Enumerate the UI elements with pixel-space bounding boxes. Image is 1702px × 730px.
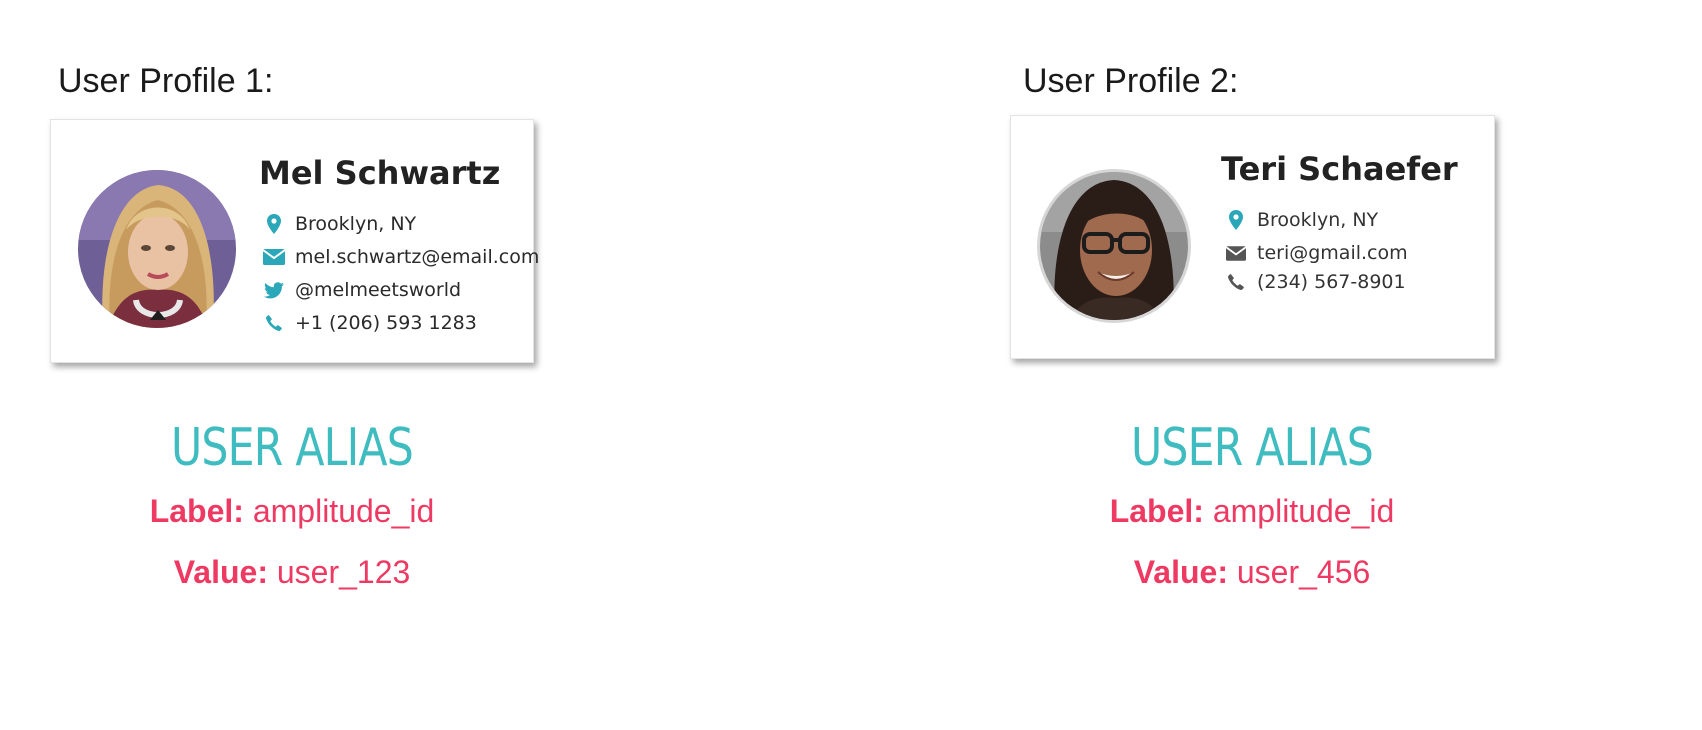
avatar (1037, 169, 1191, 323)
alias-label-key: Label: (149, 493, 244, 529)
info-twitter: @melmeetsworld (263, 279, 461, 301)
phone-icon (263, 312, 285, 334)
alias-label-value: amplitude_id (1212, 493, 1395, 529)
info-email: mel.schwartz@email.com (263, 246, 539, 268)
email-icon (1225, 242, 1247, 264)
twitter-icon (263, 279, 285, 301)
alias-label-line: Label: amplitude_id (92, 493, 492, 530)
location-pin-icon (1225, 209, 1247, 231)
alias-title: USER ALIAS (171, 418, 414, 478)
phone-icon (1225, 271, 1247, 293)
info-email: teri@gmail.com (1225, 242, 1408, 264)
phone-text[interactable]: (234) 567-8901 (1257, 271, 1406, 293)
location-text: Brooklyn, NY (1257, 209, 1379, 231)
profile-name: Mel Schwartz (259, 154, 501, 192)
alias-value-line: Value: user_456 (1052, 554, 1452, 591)
alias-title: USER ALIAS (1131, 418, 1374, 478)
profile-card: Mel Schwartz Brooklyn, NY mel.schwartz@e… (50, 119, 539, 363)
location-pin-icon (263, 213, 285, 235)
alias-value-value: user_456 (1236, 554, 1371, 590)
profile-name: Teri Schaefer (1221, 150, 1458, 188)
alias-value-key: Value: (1133, 554, 1228, 590)
alias-value-line: Value: user_123 (92, 554, 492, 591)
location-text: Brooklyn, NY (295, 213, 417, 235)
info-phone: +1 (206) 593 1283 (263, 312, 477, 334)
profile-heading: User Profile 1: (58, 62, 274, 100)
alias-value-value: user_123 (276, 554, 411, 590)
info-phone: (234) 567-8901 (1225, 271, 1406, 293)
avatar (78, 170, 236, 328)
alias-label-line: Label: amplitude_id (1052, 493, 1452, 530)
alias-label-value: amplitude_id (252, 493, 435, 529)
info-location: Brooklyn, NY (263, 213, 416, 235)
twitter-handle-text[interactable]: @melmeetsworld (295, 279, 461, 301)
email-text[interactable]: mel.schwartz@email.com (295, 246, 539, 268)
info-location: Brooklyn, NY (1225, 209, 1378, 231)
phone-text[interactable]: +1 (206) 593 1283 (295, 312, 477, 334)
alias-value-key: Value: (173, 554, 268, 590)
email-text[interactable]: teri@gmail.com (1257, 242, 1408, 264)
email-icon (263, 246, 285, 268)
profile-card: Teri Schaefer Brooklyn, NY teri@gmail.co… (1010, 115, 1495, 359)
alias-label-key: Label: (1109, 493, 1204, 529)
profile-heading: User Profile 2: (1023, 62, 1239, 100)
